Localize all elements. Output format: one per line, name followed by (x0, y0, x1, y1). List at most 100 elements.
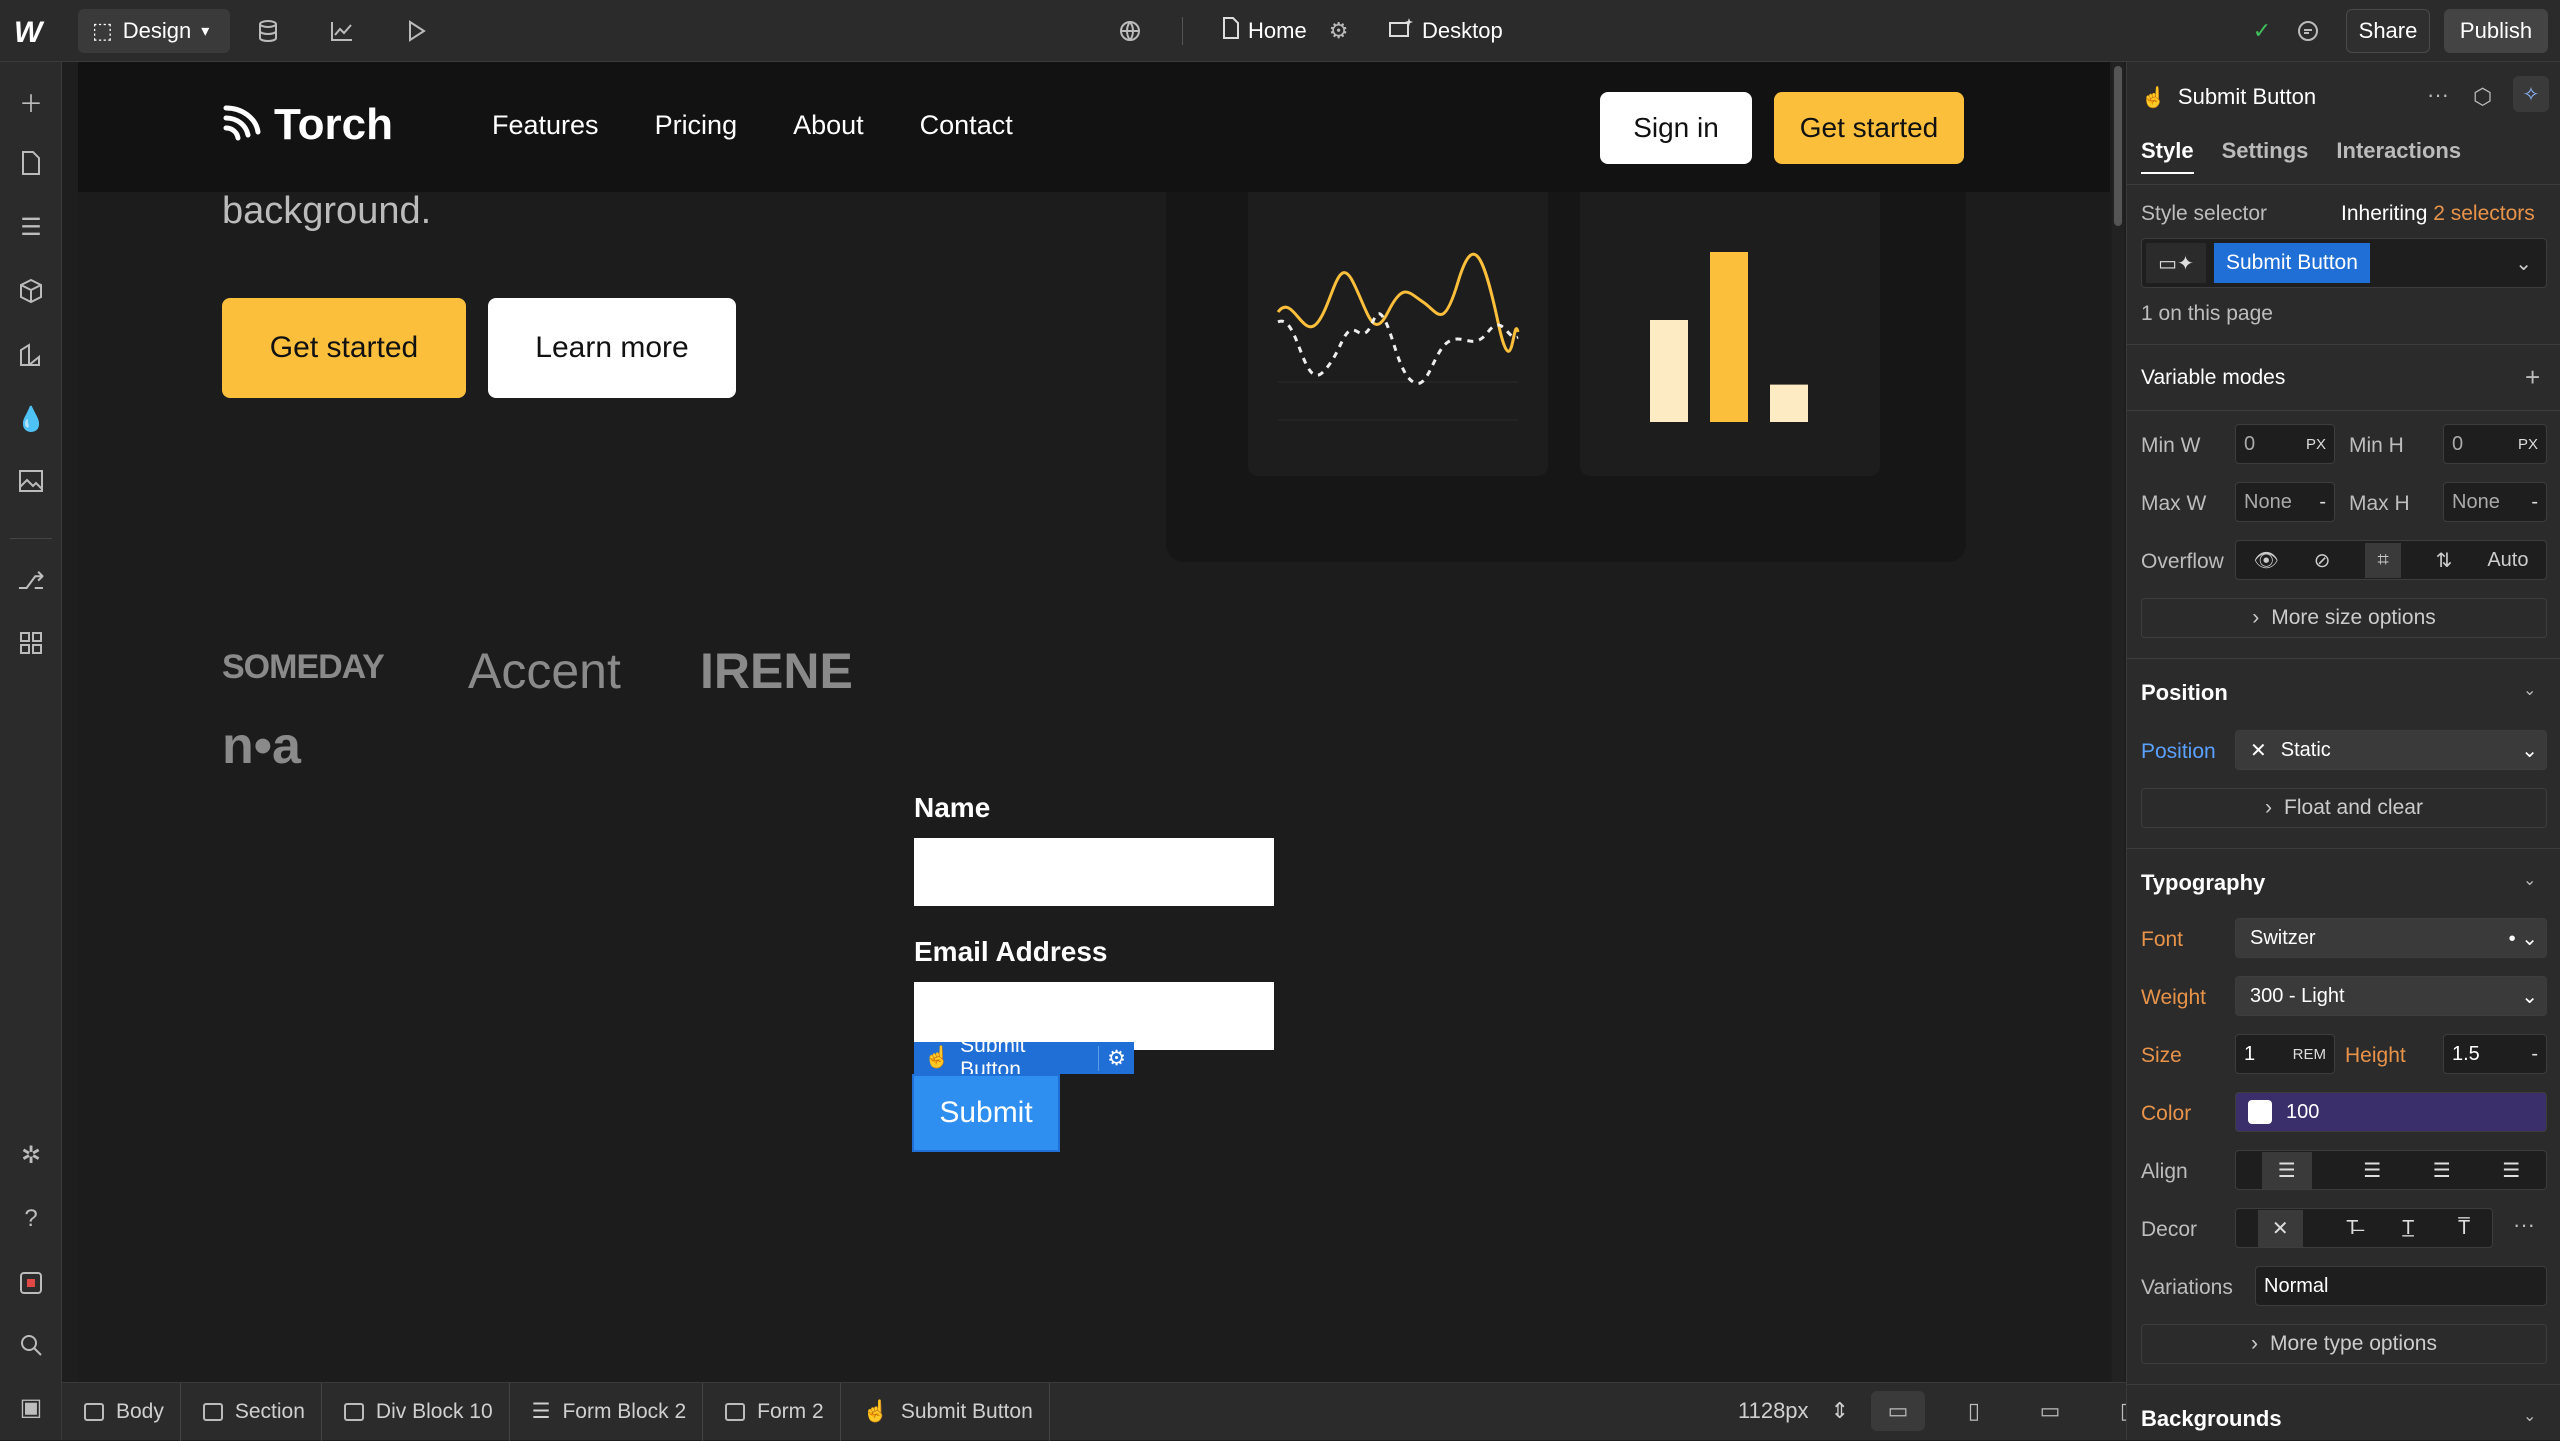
variables-icon[interactable] (12, 336, 50, 374)
tablet-view-icon[interactable]: ▯ (1947, 1391, 2001, 1431)
overflow-scroll-icon[interactable]: ⇅ (2436, 548, 2453, 573)
nav-link-pricing[interactable]: Pricing (655, 110, 738, 141)
components-icon[interactable] (12, 272, 50, 310)
mode-selector-button[interactable]: ⬚ Design ▾ (78, 9, 230, 53)
globe-icon[interactable] (1114, 15, 1146, 47)
position-section-header[interactable]: Position (2141, 680, 2228, 706)
component-icon[interactable]: ⬡ (2473, 84, 2492, 110)
underline-icon[interactable]: T̲ (2402, 1217, 2414, 1240)
logic-flow-icon[interactable]: ⎇ (12, 562, 50, 600)
help-icon[interactable]: ? (12, 1200, 50, 1238)
apps-icon[interactable] (12, 624, 50, 662)
text-decoration-control[interactable]: ✕ T̶ T̲ T̅ (2235, 1208, 2493, 1248)
overflow-visible-icon[interactable]: 👁 (2253, 548, 2278, 573)
video-tutorial-icon[interactable]: ▣ (12, 1388, 50, 1426)
chevron-down-icon[interactable]: ⌄ (2523, 680, 2536, 700)
breadcrumb-div-block[interactable]: Div Block 10 (322, 1382, 510, 1441)
nav-get-started-button[interactable]: Get started (1774, 92, 1964, 164)
typography-section-header[interactable]: Typography (2141, 870, 2265, 896)
submit-button[interactable]: Submit (912, 1074, 1060, 1152)
tab-settings[interactable]: Settings (2222, 138, 2309, 174)
tab-interactions[interactable]: Interactions (2336, 138, 2461, 174)
share-button[interactable]: Share (2346, 9, 2430, 53)
selected-element-tag[interactable]: ☝ Submit Button ⚙ (914, 1034, 1134, 1081)
color-picker-field[interactable]: 100 (2235, 1092, 2547, 1132)
max-w-input[interactable]: None - (2235, 482, 2335, 522)
analytics-icon[interactable] (326, 15, 358, 47)
color-swatch[interactable] (2248, 1100, 2272, 1124)
preview-play-icon[interactable] (400, 15, 432, 47)
webflow-logo-icon[interactable]: W (14, 16, 42, 50)
float-and-clear-button[interactable]: › Float and clear (2141, 788, 2547, 828)
tab-style[interactable]: Style (2141, 138, 2194, 174)
nav-link-features[interactable]: Features (492, 110, 599, 141)
add-variable-mode-icon[interactable]: + (2525, 362, 2540, 393)
styles-drops-icon[interactable]: 💧 (12, 400, 50, 438)
chevron-down-icon[interactable]: ⌄ (2523, 1406, 2536, 1426)
page-settings-gear-icon[interactable]: ⚙ (1329, 18, 1349, 44)
min-h-input[interactable]: 0 PX (2443, 424, 2547, 464)
text-align-control[interactable]: ☰ ☰ ☰ ☰ (2235, 1150, 2547, 1190)
element-settings-gear-icon[interactable]: ⚙ (1098, 1045, 1134, 1071)
style-selector-field[interactable]: ▭✦ Submit Button ⌄ (2141, 238, 2547, 288)
align-right-icon[interactable]: ☰ (2433, 1158, 2451, 1183)
chevron-down-icon[interactable]: ⌄ (2515, 251, 2532, 276)
overflow-auto[interactable]: Auto (2487, 549, 2528, 572)
font-select[interactable]: Switzer • ⌄ (2235, 918, 2547, 958)
inheriting-info[interactable]: Inheriting 2 selectors (2341, 202, 2535, 226)
more-type-options-button[interactable]: › More type options (2141, 1324, 2547, 1364)
overflow-segmented-control[interactable]: 👁 ⊘ ⌗ ⇅ Auto (2235, 540, 2547, 580)
resize-arrows-icon[interactable]: ⇕ (1831, 1398, 1849, 1424)
breadcrumb-form[interactable]: Form 2 (703, 1382, 841, 1441)
mobile-landscape-icon[interactable]: ▭ (2023, 1391, 2077, 1431)
align-left-icon[interactable]: ☰ (2261, 1151, 2312, 1189)
cms-icon[interactable] (252, 15, 284, 47)
align-justify-icon[interactable]: ☰ (2502, 1158, 2520, 1183)
overline-icon[interactable]: T̅ (2458, 1217, 2470, 1240)
decor-none-icon[interactable]: ✕ (2257, 1209, 2303, 1247)
selector-chip[interactable]: Submit Button (2214, 243, 2370, 283)
line-height-input[interactable]: 1.5- (2443, 1034, 2547, 1074)
comments-icon[interactable] (2292, 15, 2324, 47)
record-stop-icon[interactable] (12, 1264, 50, 1302)
position-select[interactable]: ✕ Static ⌄ (2235, 730, 2547, 770)
canvas-width-readout[interactable]: 1128px (1738, 1398, 1809, 1424)
canvas-scroll-thumb[interactable] (2114, 66, 2122, 226)
weight-select[interactable]: 300 - Light ⌄ (2235, 976, 2547, 1016)
ai-assist-icon[interactable]: ✧ (2513, 76, 2549, 112)
navigator-icon[interactable]: ☰ (12, 208, 50, 246)
desktop-view-icon[interactable]: ▭ (1870, 1391, 1925, 1431)
backgrounds-section-header[interactable]: Backgrounds (2141, 1406, 2282, 1432)
clear-x-icon[interactable]: ✕ (2250, 738, 2267, 763)
align-center-icon[interactable]: ☰ (2363, 1158, 2381, 1183)
canvas-scrollbar[interactable] (2112, 62, 2124, 1382)
nav-link-contact[interactable]: Contact (920, 110, 1013, 141)
hero-learn-more-button[interactable]: Learn more (488, 298, 736, 398)
decor-more-icon[interactable]: ··· (2513, 1212, 2535, 1238)
publish-button[interactable]: Publish (2444, 9, 2548, 53)
page-selector[interactable]: Home ⚙ (1222, 17, 1348, 45)
device-selector[interactable]: Desktop (1388, 17, 1503, 45)
breadcrumb-section[interactable]: Section (181, 1382, 322, 1441)
chevron-down-icon[interactable]: ⌄ (2523, 870, 2536, 890)
more-size-options-button[interactable]: › More size options (2141, 598, 2547, 638)
max-h-input[interactable]: None - (2443, 482, 2547, 522)
settings-badge-icon[interactable]: ✲ (12, 1136, 50, 1174)
min-w-input[interactable]: 0 PX (2235, 424, 2335, 464)
pages-icon[interactable] (12, 144, 50, 182)
design-canvas[interactable]: Torch Features Pricing About Contact Sig… (78, 62, 2110, 1382)
site-brand[interactable]: Torch (222, 100, 393, 150)
overflow-clip-icon[interactable]: ⌗ (2365, 542, 2401, 578)
variations-input[interactable]: Normal (2255, 1266, 2547, 1306)
overflow-hidden-icon[interactable]: ⊘ (2314, 548, 2331, 573)
add-elements-icon[interactable]: ＋ (12, 82, 50, 120)
breadcrumb-form-block[interactable]: ☰ Form Block 2 (510, 1382, 704, 1441)
nav-link-about[interactable]: About (793, 110, 864, 141)
breadcrumb-body[interactable]: Body (62, 1382, 181, 1441)
more-options-icon[interactable]: ··· (2427, 82, 2449, 108)
breadcrumb-submit-button[interactable]: ☝ Submit Button (841, 1382, 1050, 1441)
assets-icon[interactable] (12, 462, 50, 500)
search-icon[interactable] (12, 1326, 50, 1364)
size-input[interactable]: 1 REM (2235, 1034, 2335, 1074)
name-input[interactable] (914, 838, 1274, 906)
